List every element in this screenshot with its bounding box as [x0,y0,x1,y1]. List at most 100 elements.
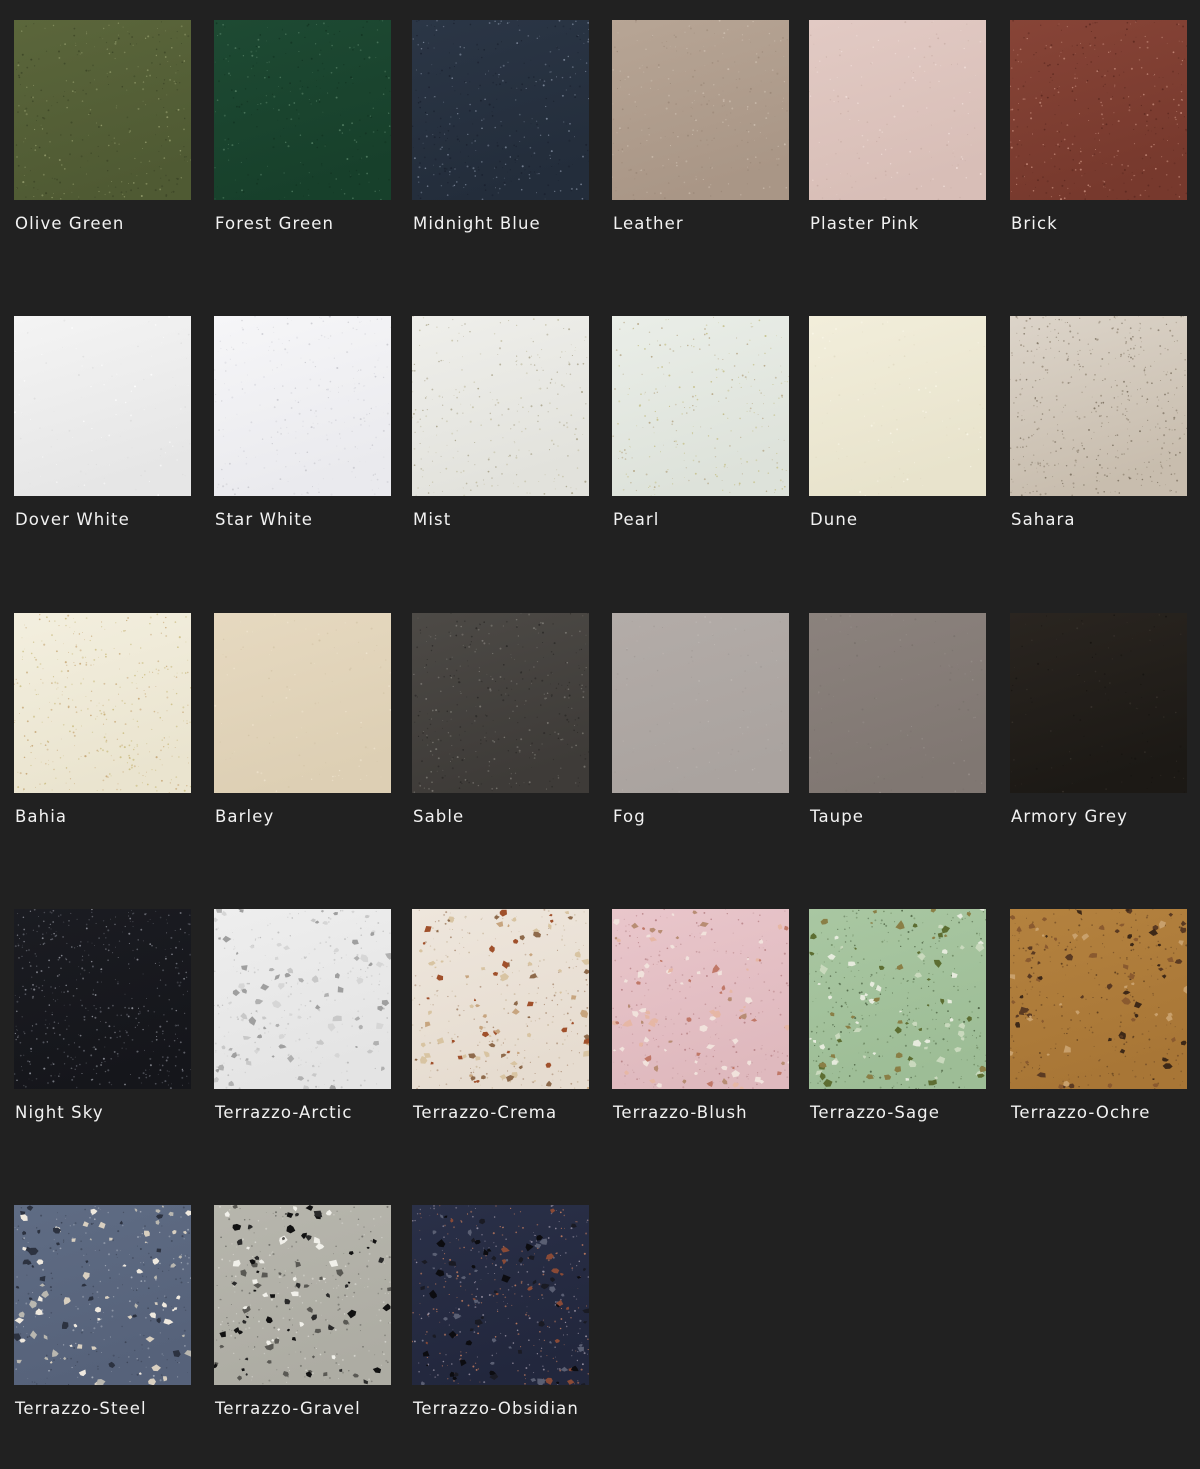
swatch-label: Terrazzo-Gravel [215,1399,361,1418]
swatch-tile-terrazzo-gravel[interactable] [214,1205,391,1385]
swatch-label: Pearl [613,510,660,529]
swatch-label: Sahara [1011,510,1076,529]
swatch-tile-barley[interactable] [214,613,391,793]
swatch-texture [612,20,789,200]
swatch-label: Terrazzo-Blush [613,1103,748,1122]
swatch-armory-grey[interactable]: Armory Grey [1010,613,1187,826]
swatch-texture [809,20,986,200]
swatch-pearl[interactable]: Pearl [612,316,789,529]
swatch-night-sky[interactable]: Night Sky [14,909,191,1122]
swatch-tile-olive-green[interactable] [14,20,191,200]
swatch-tile-plaster-pink[interactable] [809,20,986,200]
swatch-label: Terrazzo-Obsidian [413,1399,579,1418]
swatch-tile-terrazzo-steel[interactable] [14,1205,191,1385]
swatch-grid: Olive Green Forest Green Midnight Blue Leat… [0,0,1200,1469]
swatch-tile-terrazzo-arctic[interactable] [214,909,391,1089]
swatch-terrazzo-blush[interactable]: Terrazzo-Blush [612,909,789,1122]
swatch-leather[interactable]: Leather [612,20,789,233]
swatch-label: Taupe [810,807,865,826]
swatch-label: Terrazzo-Arctic [215,1103,353,1122]
swatch-label: Barley [215,807,275,826]
swatch-texture [214,613,391,793]
swatch-texture [14,1205,191,1385]
swatch-label: Terrazzo-Sage [810,1103,941,1122]
swatch-tile-brick[interactable] [1010,20,1187,200]
swatch-label: Mist [413,510,452,529]
swatch-tile-midnight-blue[interactable] [412,20,589,200]
swatch-texture [214,1205,391,1385]
swatch-label: Night Sky [15,1103,104,1122]
swatch-tile-bahia[interactable] [14,613,191,793]
swatch-label: Dover White [15,510,130,529]
swatch-label: Dune [810,510,859,529]
swatch-texture [612,909,789,1089]
swatch-barley[interactable]: Barley [214,613,391,826]
swatch-texture [14,316,191,496]
swatch-tile-dune[interactable] [809,316,986,496]
swatch-label: Brick [1011,214,1058,233]
swatch-midnight-blue[interactable]: Midnight Blue [412,20,589,233]
swatch-sahara[interactable]: Sahara [1010,316,1187,529]
swatch-dover-white[interactable]: Dover White [14,316,191,529]
swatch-brick[interactable]: Brick [1010,20,1187,233]
swatch-tile-terrazzo-crema[interactable] [412,909,589,1089]
swatch-texture [14,613,191,793]
swatch-terrazzo-ochre[interactable]: Terrazzo-Ochre [1010,909,1187,1122]
swatch-label: Terrazzo-Crema [413,1103,558,1122]
swatch-texture [412,1205,589,1385]
swatch-tile-terrazzo-blush[interactable] [612,909,789,1089]
swatch-texture [412,613,589,793]
swatch-texture [412,316,589,496]
swatch-texture [1010,20,1187,200]
swatch-tile-armory-grey[interactable] [1010,613,1187,793]
swatch-plaster-pink[interactable]: Plaster Pink [809,20,986,233]
swatch-tile-forest-green[interactable] [214,20,391,200]
swatch-texture [1010,909,1187,1089]
swatch-texture [412,20,589,200]
swatch-tile-sahara[interactable] [1010,316,1187,496]
swatch-texture [809,909,986,1089]
swatch-tile-terrazzo-ochre[interactable] [1010,909,1187,1089]
swatch-mist[interactable]: Mist [412,316,589,529]
swatch-tile-leather[interactable] [612,20,789,200]
swatch-terrazzo-steel[interactable]: Terrazzo-Steel [14,1205,191,1418]
swatch-terrazzo-arctic[interactable]: Terrazzo-Arctic [214,909,391,1122]
swatch-fog[interactable]: Fog [612,613,789,826]
swatch-tile-taupe[interactable] [809,613,986,793]
swatch-sable[interactable]: Sable [412,613,589,826]
swatch-terrazzo-sage[interactable]: Terrazzo-Sage [809,909,986,1122]
swatch-tile-dover-white[interactable] [14,316,191,496]
swatch-tile-terrazzo-sage[interactable] [809,909,986,1089]
swatch-terrazzo-obsidian[interactable]: Terrazzo-Obsidian [412,1205,589,1418]
swatch-tile-pearl[interactable] [612,316,789,496]
swatch-label: Olive Green [15,214,125,233]
swatch-texture [612,613,789,793]
swatch-tile-star-white[interactable] [214,316,391,496]
swatch-forest-green[interactable]: Forest Green [214,20,391,233]
swatch-texture [214,20,391,200]
swatch-label: Leather [613,214,684,233]
swatch-texture [1010,316,1187,496]
swatch-tile-night-sky[interactable] [14,909,191,1089]
swatch-texture [14,20,191,200]
swatch-tile-sable[interactable] [412,613,589,793]
swatch-dune[interactable]: Dune [809,316,986,529]
swatch-terrazzo-gravel[interactable]: Terrazzo-Gravel [214,1205,391,1418]
swatch-label: Midnight Blue [413,214,541,233]
swatch-label: Plaster Pink [810,214,920,233]
swatch-texture [809,316,986,496]
swatch-taupe[interactable]: Taupe [809,613,986,826]
swatch-tile-fog[interactable] [612,613,789,793]
swatch-label: Star White [215,510,314,529]
swatch-label: Armory Grey [1011,807,1128,826]
swatch-texture [14,909,191,1089]
swatch-star-white[interactable]: Star White [214,316,391,529]
swatch-tile-terrazzo-obsidian[interactable] [412,1205,589,1385]
swatch-olive-green[interactable]: Olive Green [14,20,191,233]
swatch-texture [412,909,589,1089]
swatch-texture [214,316,391,496]
swatch-label: Terrazzo-Steel [15,1399,147,1418]
swatch-tile-mist[interactable] [412,316,589,496]
swatch-terrazzo-crema[interactable]: Terrazzo-Crema [412,909,589,1122]
swatch-bahia[interactable]: Bahia [14,613,191,826]
